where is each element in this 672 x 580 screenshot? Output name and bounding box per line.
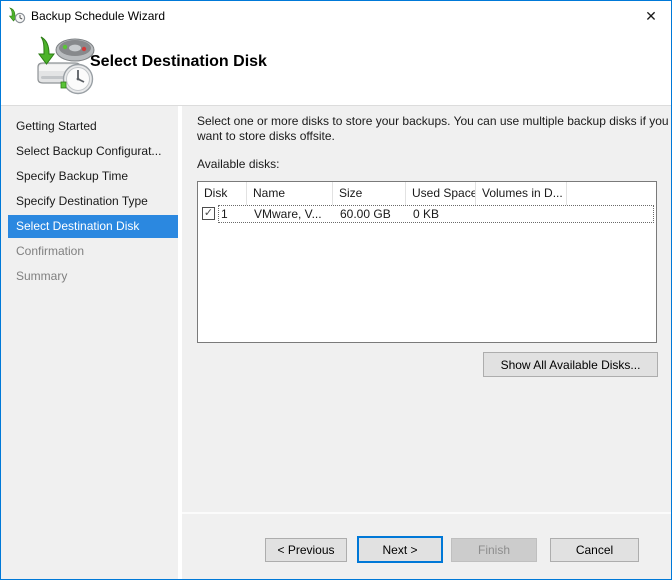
available-disks-label: Available disks: (197, 157, 280, 171)
column-header-filler (567, 182, 656, 205)
disk-size-cell: 60.00 GB (340, 205, 391, 223)
column-header-volumes[interactable]: Volumes in D... (476, 182, 567, 205)
sidebar-item-specify-destination-type[interactable]: Specify Destination Type (8, 190, 178, 213)
disk-name-cell: VMware, V... (254, 205, 322, 223)
backup-disk-clock-icon (34, 35, 98, 97)
titlebar: Backup Schedule Wizard ✕ (1, 1, 671, 31)
sidebar-item-select-destination-disk[interactable]: Select Destination Disk (8, 215, 178, 238)
column-header-name[interactable]: Name (247, 182, 333, 205)
column-header-disk[interactable]: Disk (198, 182, 247, 205)
sidebar-divider (178, 106, 182, 580)
close-icon: ✕ (645, 8, 657, 25)
wizard-header: Select Destination Disk (1, 31, 671, 105)
column-header-size[interactable]: Size (333, 182, 406, 205)
instruction-text: Select one or more disks to store your b… (197, 114, 669, 144)
wizard-app-icon (8, 7, 26, 25)
sidebar-item-confirmation[interactable]: Confirmation (8, 240, 178, 263)
footer-divider (182, 512, 672, 514)
next-button[interactable]: Next > (357, 536, 443, 563)
page-title: Select Destination Disk (90, 53, 267, 71)
previous-button[interactable]: < Previous (265, 538, 347, 562)
column-header-used-space[interactable]: Used Space (406, 182, 476, 205)
finish-button: Finish (451, 538, 537, 562)
window-title: Backup Schedule Wizard (31, 1, 165, 31)
sidebar-item-specify-backup-time[interactable]: Specify Backup Time (8, 165, 178, 188)
available-disks-table[interactable]: Disk Name Size Used Space Volumes in D..… (197, 181, 657, 343)
disk-row[interactable]: ✓ 1 VMware, V... 60.00 GB 0 KB (198, 205, 656, 224)
sidebar-item-summary[interactable]: Summary (8, 265, 178, 288)
check-icon: ✓ (204, 207, 213, 219)
cancel-button[interactable]: Cancel (550, 538, 639, 562)
disk-used-space-cell: 0 KB (413, 205, 439, 223)
show-all-available-disks-button[interactable]: Show All Available Disks... (483, 352, 658, 377)
disk-checkbox[interactable]: ✓ (202, 207, 215, 220)
sidebar-item-getting-started[interactable]: Getting Started (8, 115, 178, 138)
table-header-row: Disk Name Size Used Space Volumes in D..… (198, 182, 656, 205)
close-button[interactable]: ✕ (631, 1, 671, 31)
sidebar: Getting Started Select Backup Configurat… (8, 115, 178, 290)
backup-schedule-wizard-window: Backup Schedule Wizard ✕ (0, 0, 672, 580)
disk-number-cell: 1 (221, 205, 228, 223)
sidebar-item-select-backup-config[interactable]: Select Backup Configurat... (8, 140, 178, 163)
